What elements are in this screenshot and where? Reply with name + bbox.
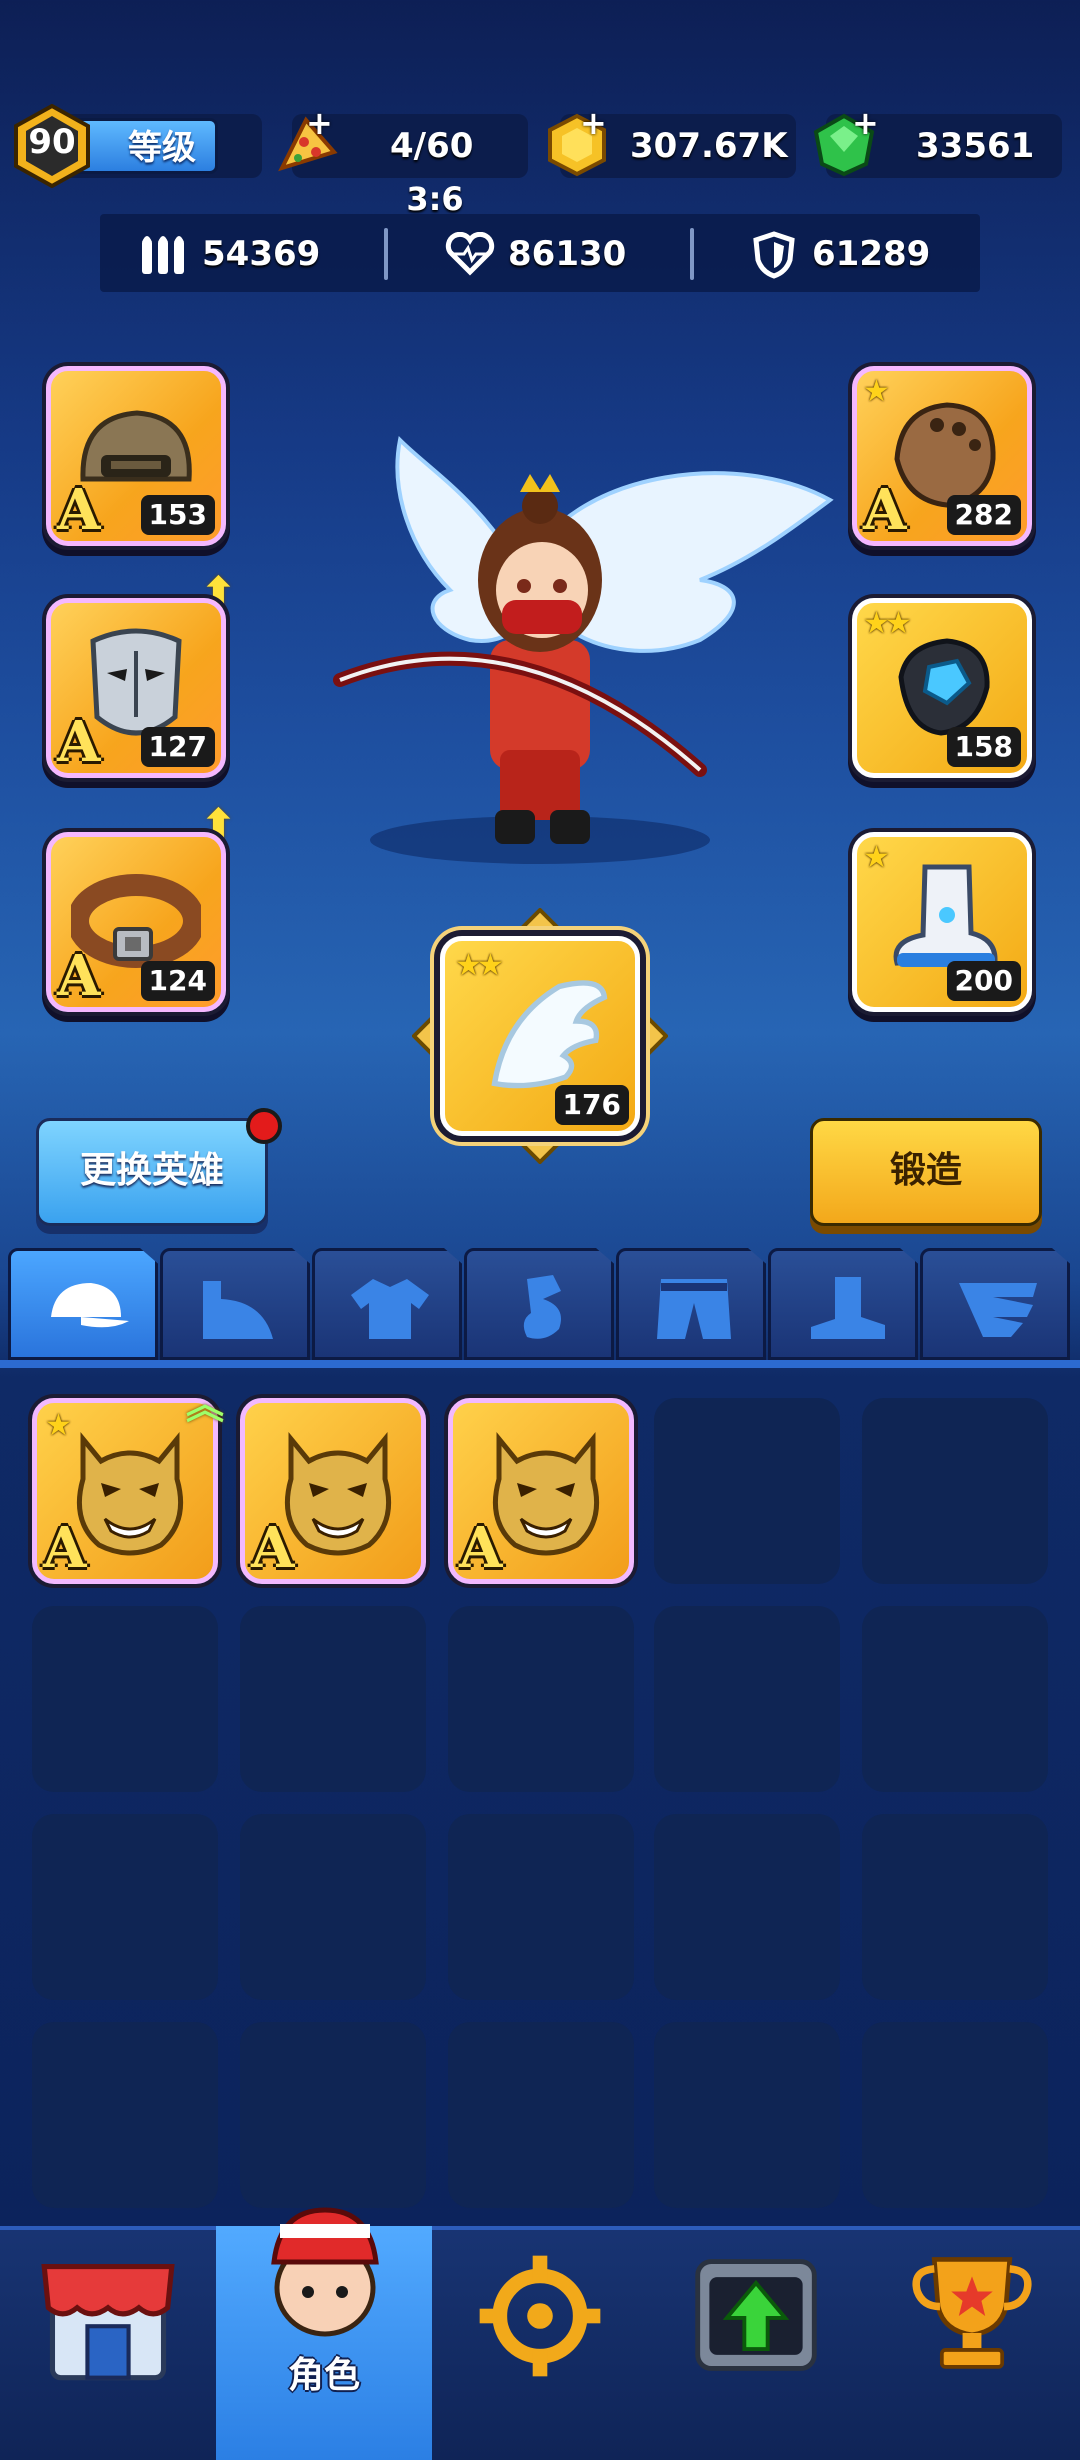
hero-character[interactable] [320,410,840,870]
equip-slot-belt[interactable]: A 124 [46,832,226,1012]
shop-icon [41,2264,175,2381]
tab-mask[interactable] [160,1248,310,1360]
empty-inventory-slot[interactable] [862,1606,1048,1792]
equip-slot-mask[interactable]: A 127 [46,598,226,778]
glove-tab-icon [523,1275,561,1339]
stats-divider [690,228,694,280]
empty-inventory-slot[interactable] [654,1814,840,2000]
tab-pants[interactable] [616,1248,766,1360]
inventory-slot[interactable]: A [448,1398,634,1584]
angel-wing-icon [491,980,608,1089]
empty-inventory-slot[interactable] [448,2022,634,2208]
nav-upgrade[interactable] [648,2226,864,2460]
nav-battle[interactable] [432,2226,648,2460]
empty-inventory-slot[interactable] [240,1814,426,2000]
wing-tab-icon [959,1283,1037,1337]
empty-inventory-slot[interactable] [32,2022,218,2208]
equip-slot-gauntlet[interactable]: ★ A 282 [852,366,1032,546]
item-level: 124 [140,961,215,1001]
shirt-icon [351,1279,429,1339]
item-level: 127 [140,727,215,767]
level-label: 等级 [128,128,196,168]
item-level: 282 [946,495,1021,535]
boot-tab-icon [811,1277,885,1339]
empty-inventory-slot[interactable] [32,1606,218,1792]
nav-shop[interactable] [0,2226,216,2460]
tab-underline [0,1360,1080,1368]
tab-boots[interactable] [768,1248,918,1360]
trophy-icon [912,2257,1032,2369]
equip-slot-wings[interactable]: ★ ★ 176 [440,936,640,1136]
tab-hat[interactable] [8,1248,158,1360]
change-hero-button[interactable]: 更换英雄 [36,1118,268,1226]
grade-letter: A [43,1515,87,1581]
item-level: 176 [554,1085,629,1125]
equipment-category-tabs [0,1248,1080,1362]
ammo-icon [142,236,184,274]
item-level: 153 [140,495,215,535]
nav-trophy[interactable] [864,2226,1080,2460]
empty-inventory-slot[interactable] [448,1606,634,1792]
nav-character[interactable]: 角色 [216,2207,432,2460]
grade-letter: A [459,1515,503,1581]
shield-icon [753,231,795,279]
double-upgrade-arrow-icon: ︽ [186,1383,225,1427]
grade-letter: A [57,709,101,775]
item-level: 200 [946,961,1021,1001]
tab-armor[interactable] [312,1248,462,1360]
upgrade-chest-icon [695,2259,817,2371]
equip-slot-helmet[interactable]: A 153 [46,366,226,546]
empty-inventory-slot[interactable] [240,1606,426,1792]
crosshair-icon [479,2255,601,2377]
grade-letter: A [251,1515,295,1581]
cap-icon [51,1283,129,1328]
energy-timer: 3:6 [406,180,464,218]
pants-icon [657,1279,731,1339]
health-value: 86130 [508,234,627,274]
inventory-slot[interactable]: A [240,1398,426,1584]
energy-plus-icon[interactable]: + [306,104,333,142]
empty-inventory-slot[interactable] [240,2022,426,2208]
grade-letter: A [863,477,907,543]
notification-dot [246,1108,282,1144]
heart-icon [445,232,495,276]
empty-inventory-slot[interactable] [862,1814,1048,2000]
empty-inventory-slot[interactable] [654,1606,840,1792]
empty-inventory-slot[interactable] [448,1814,634,2000]
equip-slot-boots[interactable]: ★ 200 [852,832,1032,1012]
level-number: 90 [28,122,76,162]
tab-glove[interactable] [464,1248,614,1360]
forge-button[interactable]: 锻造 [810,1118,1042,1226]
tab-wings[interactable] [920,1248,1070,1360]
empty-inventory-slot[interactable] [32,1814,218,2000]
attack-value: 54369 [202,234,321,274]
gold-value: 307.67K [630,126,788,166]
mask-tab-icon [203,1281,273,1339]
hero-avatar-icon [271,2207,379,2337]
gem-value: 33561 [916,126,1035,166]
stats-divider [384,228,388,280]
empty-inventory-slot[interactable] [654,2022,840,2208]
empty-inventory-slot[interactable] [862,2022,1048,2208]
item-level: 158 [946,727,1021,767]
empty-inventory-slot[interactable] [654,1398,840,1584]
gem-plus-icon[interactable]: + [852,104,879,142]
nav-character-label: 角色 [287,2355,360,2396]
energy-value: 4/60 [390,126,474,166]
gold-plus-icon[interactable]: + [580,104,607,142]
equip-slot-glove[interactable]: ★ ★ 158 [852,598,1032,778]
empty-inventory-slot[interactable] [862,1398,1048,1584]
grade-letter: A [57,943,101,1009]
grade-letter: A [57,477,101,543]
defense-value: 61289 [812,234,931,274]
